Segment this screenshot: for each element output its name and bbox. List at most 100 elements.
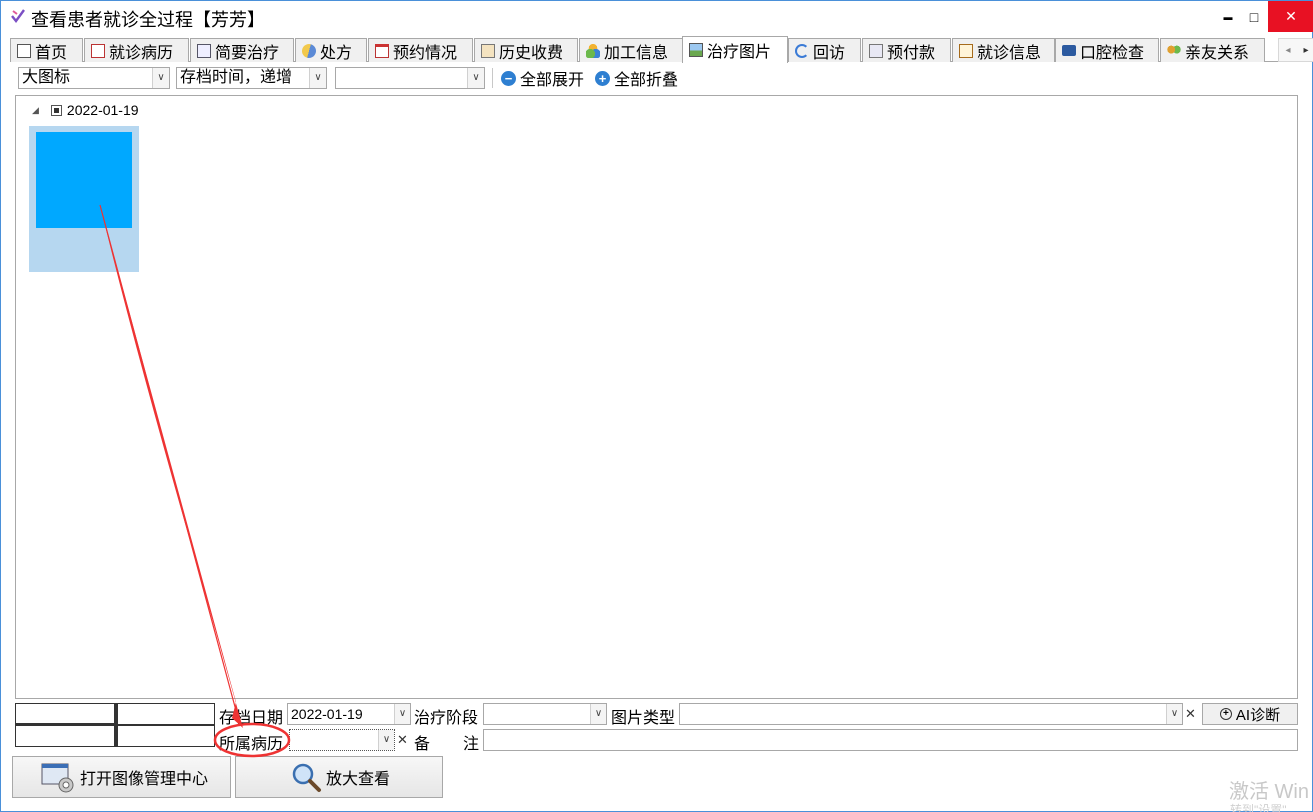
close-button[interactable]: ✕ (1268, 1, 1313, 32)
tab-label: 就诊信息 (977, 44, 1042, 62)
treatment-stage-select[interactable]: ∨ (483, 703, 607, 725)
clear-record-icon[interactable]: ✕ (395, 729, 410, 751)
tab-label: 预付款 (887, 44, 936, 62)
app-check-icon (11, 9, 25, 23)
activation-watermark-sub: 转到"设置" (1230, 803, 1287, 812)
tab-strip: 首页 就诊病历 简要治疗 处方 预约情况 历史收费 加工信息 治疗图片 回访 预… (10, 36, 1313, 63)
plus-circle-icon: + (595, 70, 610, 86)
expand-all-label: 全部展开 (520, 72, 585, 89)
image-type-label: 图片类型 (611, 710, 676, 727)
refresh-icon (795, 43, 809, 58)
remark-label: 备 (414, 736, 431, 753)
clipboard-icon (959, 43, 973, 58)
prepayment-icon (869, 43, 883, 58)
window-title: 查看患者就诊全过程【芳芳】 (31, 10, 265, 30)
tab-prescription[interactable]: 处方 (295, 38, 367, 62)
tab-billing-history[interactable]: 历史收费 (474, 38, 578, 62)
tab-label: 处方 (320, 44, 353, 62)
preview-cell (115, 725, 215, 747)
tab-treatment-images[interactable]: 治疗图片 (682, 36, 788, 63)
minus-circle-icon: − (501, 70, 516, 86)
tab-relatives[interactable]: 亲友关系 (1160, 38, 1265, 62)
tab-oral-exam[interactable]: 口腔检查 (1055, 38, 1159, 62)
tab-label: 历史收费 (499, 44, 564, 62)
maximize-icon: □ (1249, 8, 1259, 25)
chevron-down-icon[interactable]: ∨ (378, 730, 394, 750)
treatment-stage-label: 治疗阶段 (414, 710, 479, 727)
calendar-icon (375, 43, 389, 58)
tab-medical-record[interactable]: 就诊病历 (84, 38, 189, 62)
tab-label: 简要治疗 (215, 44, 280, 62)
tab-label: 口腔检查 (1080, 44, 1145, 62)
scroll-right-icon[interactable]: ▸ (1303, 45, 1308, 56)
collapse-all-label: 全部折叠 (614, 72, 679, 89)
image-gallery-panel[interactable]: ◢ 2022-01-19 (15, 95, 1298, 699)
people-icon (1167, 43, 1181, 58)
open-image-center-button[interactable]: 打开图像管理中心 (12, 756, 231, 798)
group-checkbox[interactable] (50, 104, 62, 116)
archive-date-label: 存档日期 (219, 710, 284, 727)
ai-diagnosis-button[interactable]: + AI诊断 (1202, 703, 1298, 725)
expand-all-button[interactable]: − 全部展开 (501, 67, 584, 89)
thumbnail-image (36, 132, 132, 228)
record-select[interactable]: ∨ (289, 729, 395, 751)
archive-date-value: 2022-01-19 (291, 706, 363, 722)
tab-label: 亲友关系 (1185, 44, 1250, 62)
remark-label-2: 注 (463, 736, 480, 753)
tab-label: 首页 (35, 44, 68, 62)
archive-date-field[interactable]: 2022-01-19 ∨ (287, 703, 411, 725)
chevron-down-icon[interactable]: ∨ (1166, 704, 1182, 724)
processing-icon (586, 43, 600, 58)
group-date: 2022-01-19 (66, 102, 139, 118)
tab-visit-info[interactable]: 就诊信息 (952, 38, 1055, 62)
chevron-down-icon[interactable]: ∨ (152, 68, 169, 88)
chevron-down-icon[interactable]: ∨ (394, 704, 410, 724)
toolbar: 大图标 ∨ 存档时间，递增 ∨ ∨ − 全部展开 + 全部折叠 (16, 66, 1306, 90)
tab-scroll-buttons: ◂ ▸ (1278, 38, 1313, 62)
toolbar-separator (492, 68, 493, 88)
filter-select[interactable]: ∨ (335, 67, 485, 89)
close-icon: ✕ (1285, 8, 1297, 24)
activation-watermark: 激活 Win (1229, 781, 1309, 803)
remark-input[interactable] (483, 729, 1298, 751)
tab-appointment[interactable]: 预约情况 (368, 38, 473, 62)
zoom-view-label: 放大查看 (326, 771, 391, 788)
tab-label: 就诊病历 (109, 44, 174, 62)
image-manager-icon (41, 763, 74, 793)
plus-circle-icon: + (1219, 708, 1232, 720)
preview-cell (15, 725, 115, 747)
record-label: 所属病历 (219, 736, 284, 753)
picture-icon (689, 43, 703, 57)
preview-cell (15, 703, 115, 725)
sort-order-select[interactable]: 存档时间，递增 ∨ (176, 67, 327, 89)
document-icon (197, 43, 211, 58)
date-group-header[interactable]: ◢ 2022-01-19 (32, 102, 139, 118)
pill-icon (299, 40, 319, 61)
zoom-view-button[interactable]: 放大查看 (235, 756, 443, 798)
chevron-down-icon[interactable]: ∨ (590, 704, 606, 724)
medical-record-icon (91, 43, 105, 58)
scroll-left-icon[interactable]: ◂ (1285, 45, 1290, 56)
collapse-all-button[interactable]: + 全部折叠 (595, 67, 678, 89)
chevron-down-icon[interactable]: ∨ (467, 68, 484, 88)
view-mode-select[interactable]: 大图标 ∨ (18, 67, 170, 89)
expand-triangle-icon[interactable]: ◢ (32, 105, 39, 116)
magnifier-icon (292, 763, 321, 792)
tab-prepayment[interactable]: 预付款 (862, 38, 951, 62)
tab-processing-info[interactable]: 加工信息 (579, 38, 683, 62)
image-thumbnail[interactable] (29, 126, 139, 272)
tab-brief-treatment[interactable]: 简要治疗 (190, 38, 294, 62)
title-bar: 查看患者就诊全过程【芳芳】 ▬ □ ✕ (0, 0, 1313, 32)
preview-cell (115, 703, 215, 725)
billing-icon (481, 43, 495, 58)
tab-home[interactable]: 首页 (10, 38, 83, 62)
tab-label: 加工信息 (604, 44, 669, 62)
image-type-select[interactable]: ∨ (679, 703, 1183, 725)
home-icon (17, 43, 31, 58)
tab-label: 回访 (813, 44, 846, 62)
toolbox-icon (1062, 45, 1076, 56)
tab-follow-up[interactable]: 回访 (788, 38, 861, 62)
ai-diagnosis-label: AI诊断 (1235, 706, 1281, 724)
chevron-down-icon[interactable]: ∨ (309, 68, 326, 88)
clear-image-type-icon[interactable]: ✕ (1183, 703, 1198, 725)
